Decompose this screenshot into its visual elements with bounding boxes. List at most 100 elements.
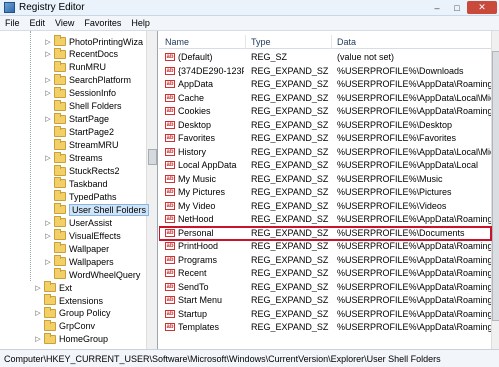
list-scrollbar[interactable] bbox=[491, 31, 499, 349]
tree-item[interactable]: TypedPaths bbox=[44, 190, 117, 203]
list-row[interactable]: ab Programs REG_EXPAND_SZ %USERPROFILE%\App… bbox=[159, 254, 491, 267]
menu-help[interactable]: Help bbox=[126, 18, 155, 28]
expand-arrow-icon[interactable]: ▷ bbox=[44, 219, 52, 227]
tree-item[interactable]: ▷ UserAssist bbox=[44, 216, 112, 229]
tree-item[interactable]: ▷ Streams bbox=[44, 151, 103, 165]
list-scrollbar-thumb[interactable] bbox=[492, 51, 499, 321]
tree-item-label: StartPage2 bbox=[69, 127, 115, 138]
value-name: Startup bbox=[178, 308, 208, 319]
column-header-data[interactable]: Data bbox=[337, 37, 356, 47]
list-row[interactable]: ab Start Menu REG_EXPAND_SZ %USERPROFILE%\A… bbox=[159, 294, 491, 307]
list-row[interactable]: ab Startup REG_EXPAND_SZ %USERPROFILE%\AppD… bbox=[159, 308, 491, 321]
tree-item-label: Ext bbox=[59, 282, 73, 293]
tree-item[interactable]: ▷ Wallpapers bbox=[44, 255, 114, 268]
tree-item[interactable]: ▷ SearchPlatform bbox=[44, 73, 132, 87]
list-row[interactable]: ab{374DE290-123F... REG_EXPAND_SZ %USERPRO… bbox=[159, 65, 491, 78]
tree-item[interactable]: Wallpaper bbox=[44, 242, 109, 255]
menu-file[interactable]: File bbox=[0, 18, 25, 28]
list-row[interactable]: ab Local AppData REG_EXPAND_SZ %USERPROFILE… bbox=[159, 159, 491, 172]
value-data: %USERPROFILE%\AppData\Roaming\Mic bbox=[337, 254, 491, 265]
value-data: %USERPROFILE%\AppData\Roaming\Mic bbox=[337, 268, 491, 278]
tree-item-label: Taskband bbox=[69, 178, 108, 189]
tree-item[interactable]: ▷ SessionInfo bbox=[44, 86, 116, 100]
folder-icon bbox=[44, 294, 56, 305]
list-row[interactable]: ab (Default) REG_SZ (value not set) bbox=[159, 51, 491, 64]
tree-item[interactable]: Shell Folders bbox=[44, 99, 122, 113]
value-type: REG_EXPAND_SZ bbox=[251, 254, 329, 265]
expand-arrow-icon[interactable]: ▷ bbox=[44, 76, 52, 84]
tree-item[interactable]: ▷ HomeGroup bbox=[34, 332, 109, 346]
menu-edit[interactable]: Edit bbox=[25, 18, 51, 28]
tree-scrollbar[interactable] bbox=[146, 31, 157, 349]
list-row[interactable]: ab Templates REG_EXPAND_SZ %USERPROFILE%\Ap… bbox=[159, 321, 491, 334]
folder-icon bbox=[54, 216, 66, 228]
folder-icon bbox=[54, 190, 66, 202]
list-row[interactable]: ab My Video REG_EXPAND_SZ %USERPROFILE%\Vid… bbox=[159, 200, 491, 213]
maximize-button[interactable]: □ bbox=[447, 1, 467, 14]
minimize-button[interactable]: – bbox=[427, 1, 447, 14]
menu-favorites[interactable]: Favorites bbox=[79, 18, 126, 28]
list-row[interactable]: ab My Music REG_EXPAND_SZ %USERPROFILE%\Mus… bbox=[159, 173, 491, 186]
value-type: REG_EXPAND_SZ bbox=[251, 187, 329, 197]
list-row[interactable]: ab SendTo REG_EXPAND_SZ %USERPROFILE%\AppDa… bbox=[159, 281, 491, 294]
value-data: %USERPROFILE%\AppData\Roaming\Mic bbox=[337, 106, 491, 116]
column-separator[interactable] bbox=[331, 35, 332, 49]
list-row[interactable]: ab Cache REG_EXPAND_SZ %USERPROFILE%\AppDat… bbox=[159, 92, 491, 105]
tree-item-label: SearchPlatform bbox=[69, 75, 132, 86]
list-row[interactable]: ab AppData REG_EXPAND_SZ %USERPROFILE%\AppD… bbox=[159, 78, 491, 91]
expand-arrow-icon[interactable]: ▷ bbox=[34, 284, 42, 292]
tree-item[interactable]: StartPage2 bbox=[44, 125, 115, 139]
list-row[interactable]: ab Cookies REG_EXPAND_SZ %USERPROFILE%\AppD… bbox=[159, 105, 491, 118]
tree-item-label: VisualEffects bbox=[69, 230, 121, 241]
expand-arrow-icon[interactable]: ▷ bbox=[44, 232, 52, 240]
value-type: REG_EXPAND_SZ bbox=[251, 160, 329, 170]
window-title: Registry Editor bbox=[19, 2, 85, 13]
key-tree-pane[interactable]: ▷ PhotoPrintingWiza ▷ RecentDocs RunMRU ▷ Sear… bbox=[0, 31, 158, 349]
list-row[interactable]: ab Desktop REG_EXPAND_SZ %USERPROFILE%\Desk… bbox=[159, 119, 491, 132]
expand-arrow-icon[interactable]: ▷ bbox=[44, 154, 52, 162]
tree-item[interactable]: StreamMRU bbox=[44, 138, 119, 152]
tree-item[interactable]: ▷ Group Policy bbox=[34, 306, 111, 320]
list-row[interactable]: ab My Pictures REG_EXPAND_SZ %USERPROFILE%\… bbox=[159, 186, 491, 199]
tree-item[interactable]: Taskband bbox=[44, 177, 108, 190]
tree-item[interactable]: ▷ Ext bbox=[34, 281, 72, 294]
list-row[interactable]: ab History REG_EXPAND_SZ %USERPROFILE%\AppD… bbox=[159, 146, 491, 159]
column-header-type[interactable]: Type bbox=[251, 37, 271, 47]
expand-arrow-icon[interactable]: ▷ bbox=[44, 50, 52, 58]
expand-arrow-icon[interactable]: ▷ bbox=[44, 115, 52, 123]
tree-item-label: HomeGroup bbox=[59, 334, 109, 345]
list-row[interactable]: ab NetHood REG_EXPAND_SZ %USERPROFILE%\AppD… bbox=[159, 213, 491, 226]
tree-item[interactable]: ▷ StartPage bbox=[44, 112, 109, 126]
list-row[interactable]: ab PrintHood REG_EXPAND_SZ %USERPROFILE%\Ap… bbox=[159, 240, 491, 253]
expand-arrow-icon[interactable]: ▷ bbox=[44, 38, 52, 46]
value-type: REG_EXPAND_SZ bbox=[251, 106, 329, 116]
column-header-name[interactable]: Name bbox=[165, 37, 189, 47]
string-value-icon: ab bbox=[165, 147, 175, 156]
expand-arrow-icon[interactable]: ▷ bbox=[34, 309, 42, 317]
tree-item[interactable]: RunMRU bbox=[44, 60, 107, 74]
column-separator[interactable] bbox=[245, 35, 246, 49]
tree-item[interactable]: ▷ PhotoPrintingWiza bbox=[44, 35, 143, 48]
expand-arrow-icon[interactable]: ▷ bbox=[44, 89, 52, 97]
value-type: REG_EXPAND_SZ bbox=[251, 200, 329, 211]
values-list-pane[interactable]: Name Type Data ab (Default) REG_SZ (value n… bbox=[159, 31, 499, 349]
expand-arrow-icon[interactable]: ▷ bbox=[34, 335, 42, 343]
list-row[interactable]: ab Favorites REG_EXPAND_SZ %USERPROFILE%\Fa… bbox=[159, 132, 491, 145]
expand-arrow-icon[interactable]: ▷ bbox=[44, 258, 52, 266]
tree-item[interactable]: GrpConv bbox=[34, 319, 95, 333]
menu-view[interactable]: View bbox=[50, 18, 79, 28]
tree-scrollbar-thumb[interactable] bbox=[148, 149, 157, 165]
tree-item[interactable]: User Shell Folders bbox=[44, 203, 150, 216]
tree-item[interactable]: ▷ RecentDocs bbox=[44, 47, 118, 61]
string-value-icon: ab bbox=[165, 228, 175, 237]
folder-icon bbox=[54, 35, 66, 46]
tree-item[interactable]: ▷ VisualEffects bbox=[44, 229, 121, 242]
list-row-highlighted[interactable]: ab Personal REG_EXPAND_SZ %USERPROFILE%\Doc… bbox=[159, 225, 492, 241]
list-row[interactable]: ab Recent REG_EXPAND_SZ %USERPROFILE%\AppDa… bbox=[159, 267, 491, 280]
tree-item[interactable]: StuckRects2 bbox=[44, 164, 120, 178]
value-type: REG_EXPAND_SZ bbox=[251, 214, 329, 224]
tree-item[interactable]: Extensions bbox=[34, 294, 103, 307]
tree-item[interactable]: WordWheelQuery bbox=[44, 268, 140, 281]
tree-item-label: RunMRU bbox=[69, 62, 107, 73]
close-button[interactable]: ✕ bbox=[467, 1, 497, 14]
